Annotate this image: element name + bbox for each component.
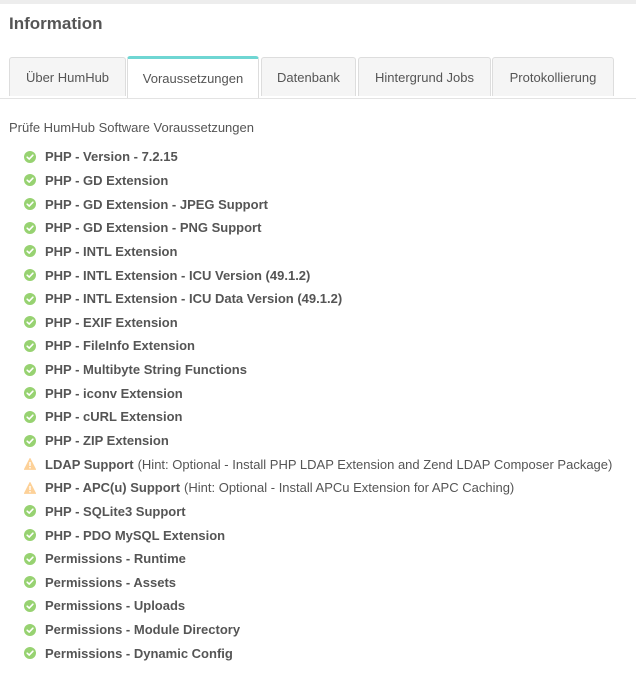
check-circle-icon <box>24 150 36 163</box>
requirement-item: PHP - Multibyte String Functions <box>24 358 612 382</box>
requirement-title: PHP - ZIP Extension <box>45 433 169 448</box>
requirement-title: PHP - FileInfo Extension <box>45 338 196 354</box>
requirement-title: PHP - INTL Extension - ICU Version (49.1… <box>45 267 311 283</box>
warning-icon <box>24 458 36 471</box>
check-circle-icon <box>24 221 36 234</box>
check-circle-icon <box>24 529 36 542</box>
check-circle-icon <box>24 552 36 565</box>
requirement-item: PHP - ZIP Extension <box>24 429 612 453</box>
requirement-title: PHP - GD Extension - JPEG Support <box>45 196 268 212</box>
check-circle-icon <box>24 387 36 400</box>
requirement-title: Permissions - Assets <box>45 574 177 590</box>
requirement-item: PHP - GD Extension <box>24 169 612 193</box>
requirement-title: PHP - INTL Extension <box>45 243 178 259</box>
tab-datenbank[interactable]: Datenbank <box>261 57 356 96</box>
requirement-hint: (Hint: Optional - Install APCu Extension… <box>184 480 515 496</box>
requirement-title: PHP - GD Extension - PNG Support <box>45 220 262 236</box>
tab-ueber-humhub[interactable]: Über HumHub <box>9 57 126 96</box>
requirements-list: PHP - Version - 7.2.15 PHP - GD Extension… <box>24 145 612 665</box>
requirement-title: PHP - GD Extension <box>45 172 169 188</box>
check-circle-icon <box>24 339 36 352</box>
requirement-item: PHP - INTL Extension - ICU Data Version … <box>24 287 612 311</box>
requirement-title: LDAP Support <box>45 456 134 472</box>
requirement-title: PHP - cURL Extension <box>45 409 183 425</box>
check-circle-icon <box>24 410 36 423</box>
requirement-title: Permissions - Dynamic Config <box>45 645 233 661</box>
requirement-title: PHP - iconv Extension <box>45 385 183 401</box>
warning-icon <box>24 481 36 494</box>
check-circle-icon <box>24 174 36 187</box>
check-circle-icon <box>24 363 36 376</box>
requirement-item: Permissions - Runtime <box>24 547 612 571</box>
requirement-item: Permissions - Uploads <box>24 594 612 618</box>
tab-bar: Über HumHub Voraussetzungen Datenbank Hi… <box>0 56 636 99</box>
requirement-item: PHP - iconv Extension <box>24 381 612 405</box>
requirement-item: Permissions - Dynamic Config <box>24 641 612 665</box>
requirement-item: PHP - INTL Extension <box>24 240 612 264</box>
requirement-item: PHP - PDO MySQL Extension <box>24 523 612 547</box>
check-circle-icon <box>24 599 36 612</box>
requirement-title: Permissions - Uploads <box>45 598 186 614</box>
requirement-item: PHP - cURL Extension <box>24 405 612 429</box>
check-circle-icon <box>24 316 36 329</box>
requirement-hint: (Hint: Optional - Install PHP LDAP Exten… <box>137 456 613 472</box>
requirement-title: PHP - INTL Extension - ICU Data Version … <box>45 291 343 307</box>
check-circle-icon <box>24 505 36 518</box>
requirement-title: PHP - SQLite3 Support <box>45 503 186 519</box>
requirement-item: PHP - Version - 7.2.15 <box>24 145 612 169</box>
requirement-item: PHP - FileInfo Extension <box>24 334 612 358</box>
panel-title: Information <box>9 14 103 33</box>
tab-hintergrund-jobs[interactable]: Hintergrund Jobs <box>358 57 491 96</box>
check-circle-icon <box>24 576 36 589</box>
requirement-item: Permissions - Assets <box>24 571 612 595</box>
requirement-item: PHP - INTL Extension - ICU Version (49.1… <box>24 263 612 287</box>
requirement-item: LDAP Support (Hint: Optional - Install PH… <box>24 452 612 476</box>
check-circle-icon <box>24 434 36 447</box>
requirement-item: PHP - SQLite3 Support <box>24 500 612 524</box>
check-circle-icon <box>24 198 36 211</box>
requirement-item: Permissions - Module Directory <box>24 618 612 642</box>
requirement-title: Permissions - Module Directory <box>45 622 241 638</box>
check-circle-icon <box>24 623 36 636</box>
requirement-item: PHP - GD Extension - PNG Support <box>24 216 612 240</box>
panel-top-border <box>0 0 636 4</box>
requirement-title: PHP - Version - 7.2.15 <box>45 149 178 165</box>
tab-protokollierung[interactable]: Protokollierung <box>492 57 614 96</box>
intro-text: Prüfe HumHub Software Voraussetzungen <box>9 120 254 135</box>
requirement-item: PHP - APC(u) Support (Hint: Optional - In… <box>24 476 612 500</box>
requirement-title: PHP - PDO MySQL Extension <box>45 527 226 543</box>
tab-voraussetzungen[interactable]: Voraussetzungen <box>127 56 259 98</box>
check-circle-icon <box>24 269 36 282</box>
requirement-title: Permissions - Runtime <box>45 551 186 567</box>
check-circle-icon <box>24 647 36 660</box>
requirement-title: PHP - EXIF Extension <box>45 314 178 330</box>
check-circle-icon <box>24 245 36 258</box>
requirement-title: PHP - APC(u) Support <box>45 480 181 496</box>
requirement-item: PHP - EXIF Extension <box>24 310 612 334</box>
requirement-title: PHP - Multibyte String Functions <box>45 362 247 378</box>
check-circle-icon <box>24 292 36 305</box>
requirement-item: PHP - GD Extension - JPEG Support <box>24 192 612 216</box>
